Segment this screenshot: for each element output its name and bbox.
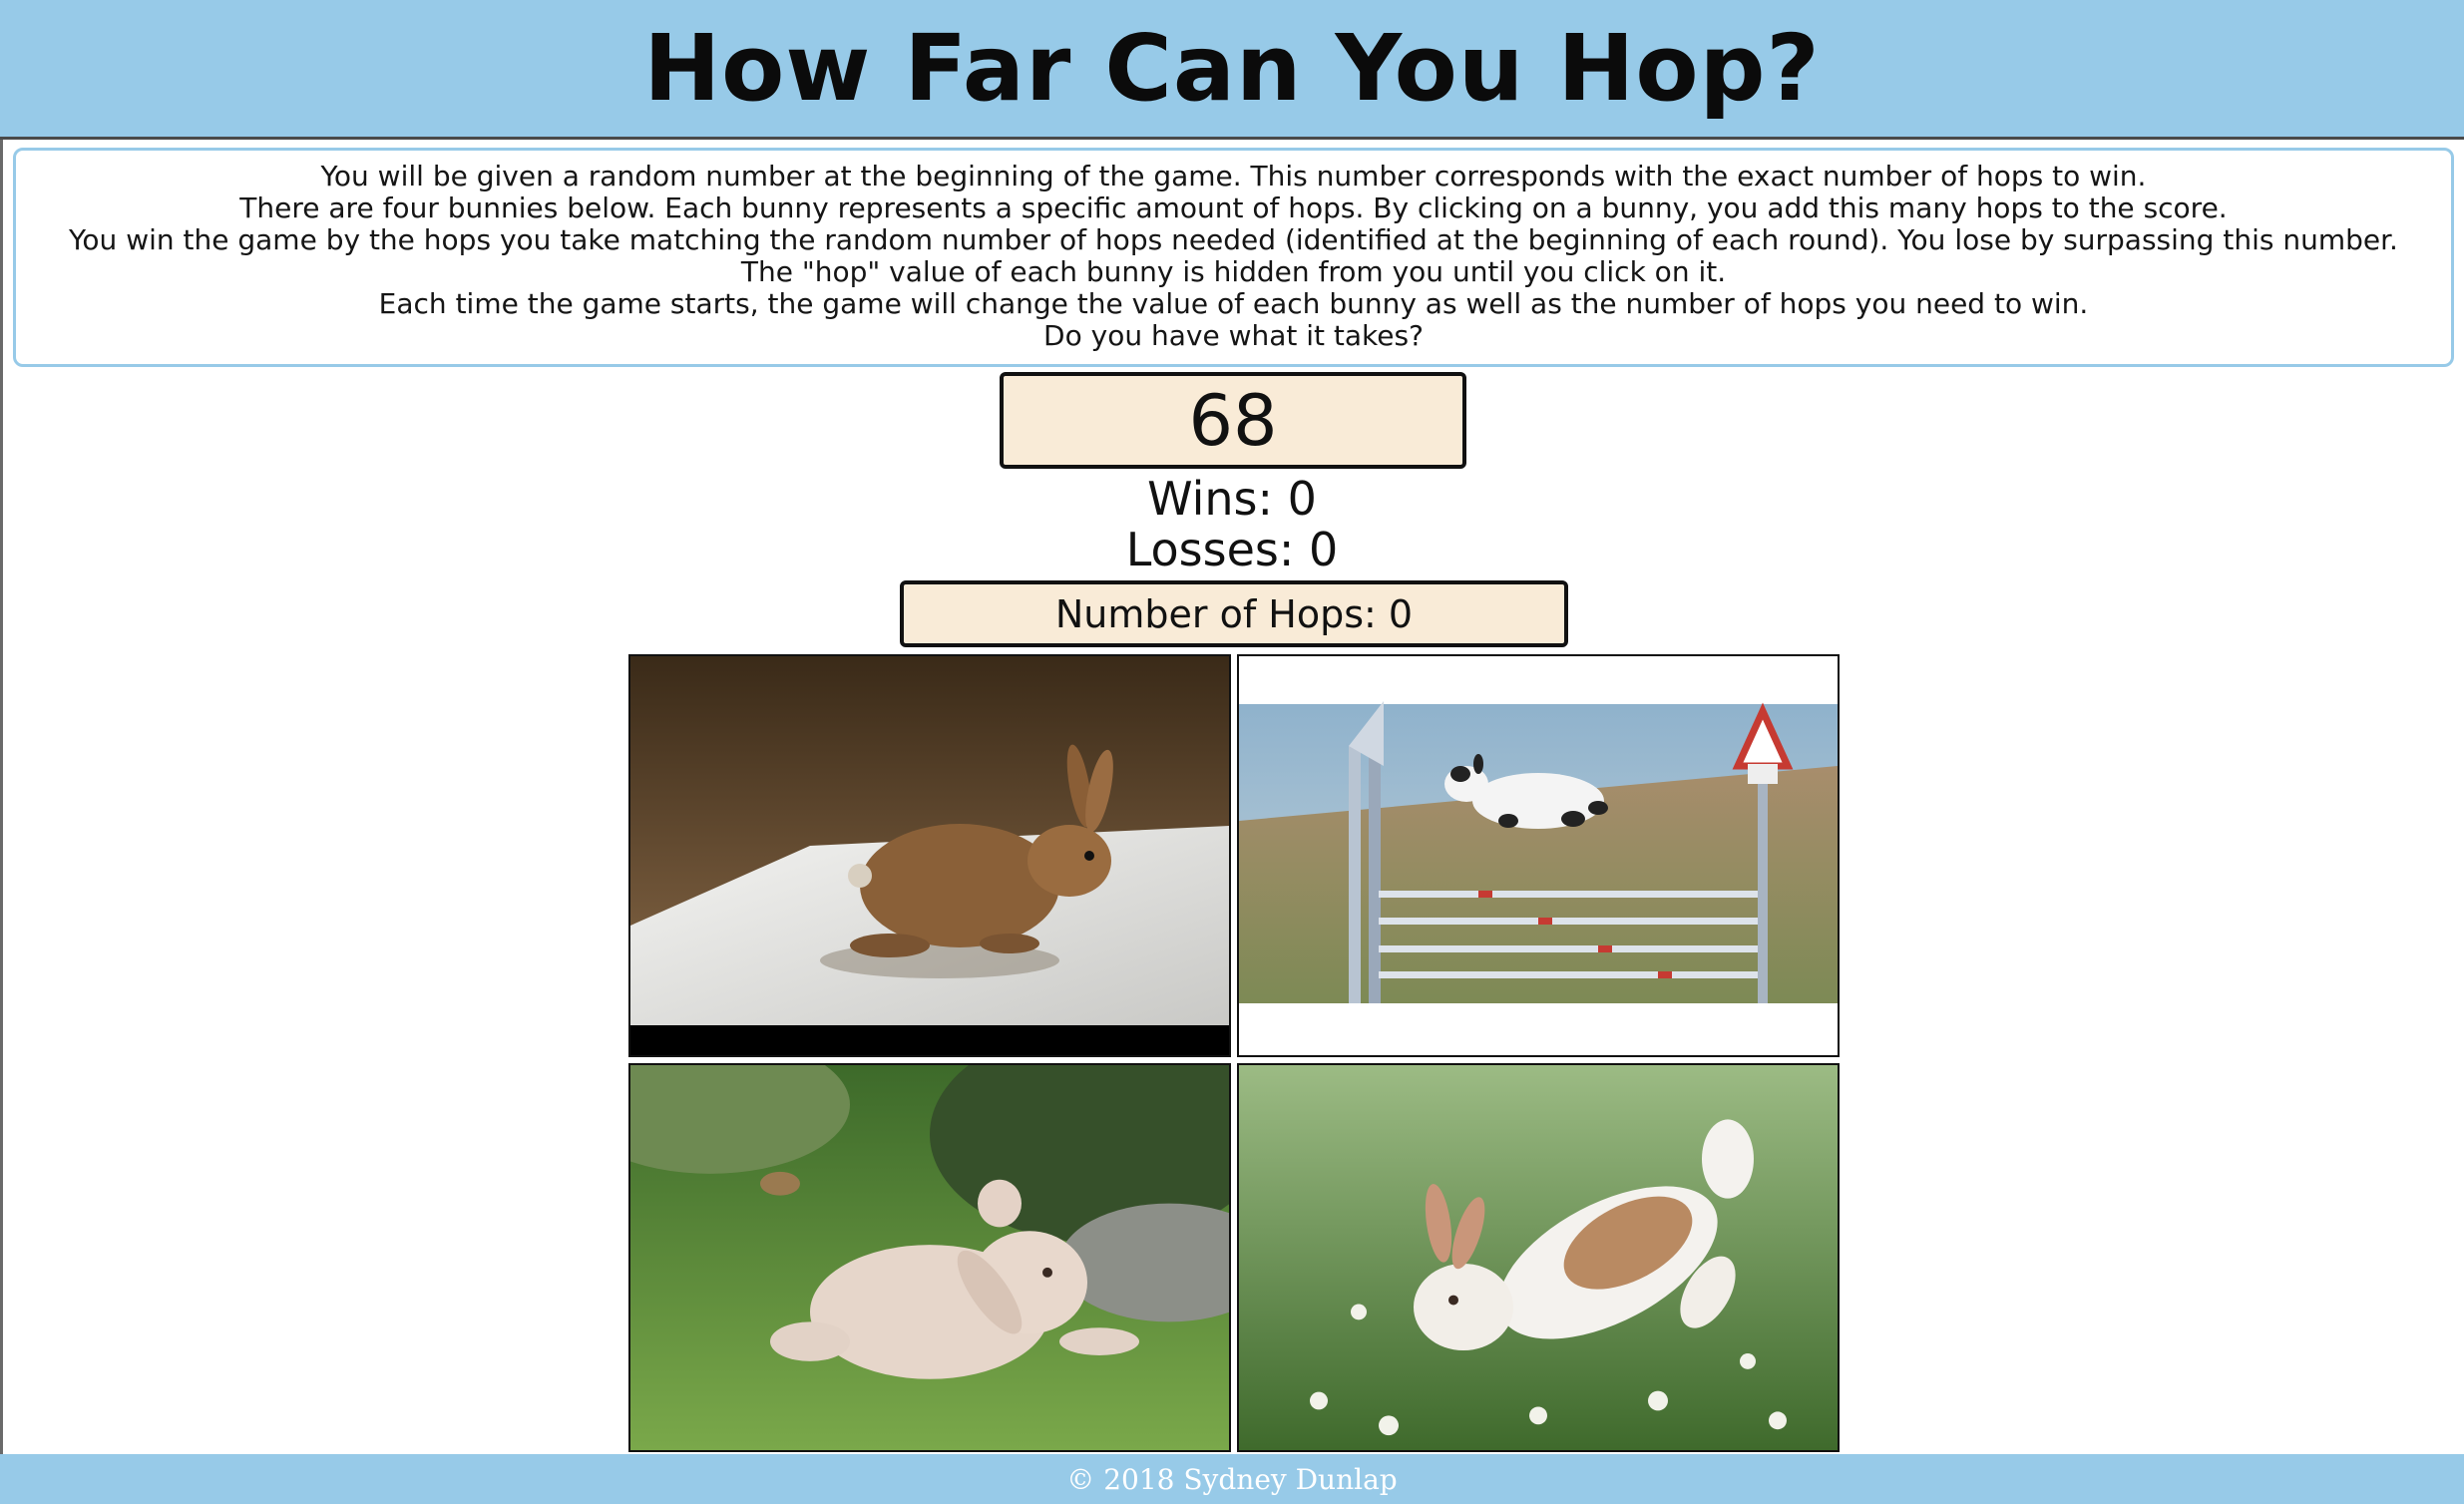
page-footer: © 2018 Sydney Dunlap — [0, 1454, 2464, 1504]
bunny-button-2[interactable] — [1237, 654, 1840, 1057]
instruction-line: Each time the game starts, the game will… — [378, 287, 2089, 320]
page-header: How Far Can You Hop? — [0, 0, 2464, 140]
instruction-line: You win the game by the hops you take ma… — [69, 223, 2398, 256]
bunny-button-3[interactable] — [628, 1063, 1231, 1452]
fluffy-bunny-on-grass-image — [630, 1065, 1229, 1450]
brown-bunny-indoors-image — [630, 656, 1229, 1055]
bunny-jumping-hurdle-image — [1239, 656, 1838, 1055]
bunny-button-1[interactable] — [628, 654, 1231, 1057]
page-title: How Far Can You Hop? — [643, 15, 1821, 122]
instruction-line: The "hop" value of each bunny is hidden … — [740, 255, 1727, 288]
losses-counter: Losses: 0 — [1125, 523, 1339, 576]
instruction-line: There are four bunnies below. Each bunny… — [239, 191, 2228, 224]
instruction-line: You will be given a random number at the… — [320, 160, 2147, 192]
window-edge — [0, 0, 3, 1504]
bunny-button-4[interactable] — [1237, 1063, 1840, 1452]
instructions-panel: You will be given a random number at the… — [13, 148, 2454, 367]
wins-counter: Wins: 0 — [1147, 472, 1317, 526]
instruction-line: Do you have what it takes? — [1043, 319, 1424, 352]
bunny-leaping-in-clover-image — [1239, 1065, 1838, 1450]
hops-counter-box: Number of Hops: 0 — [900, 580, 1568, 647]
copyright-text: © 2018 Sydney Dunlap — [1066, 1462, 1398, 1496]
target-number-box: 68 — [1000, 372, 1466, 469]
